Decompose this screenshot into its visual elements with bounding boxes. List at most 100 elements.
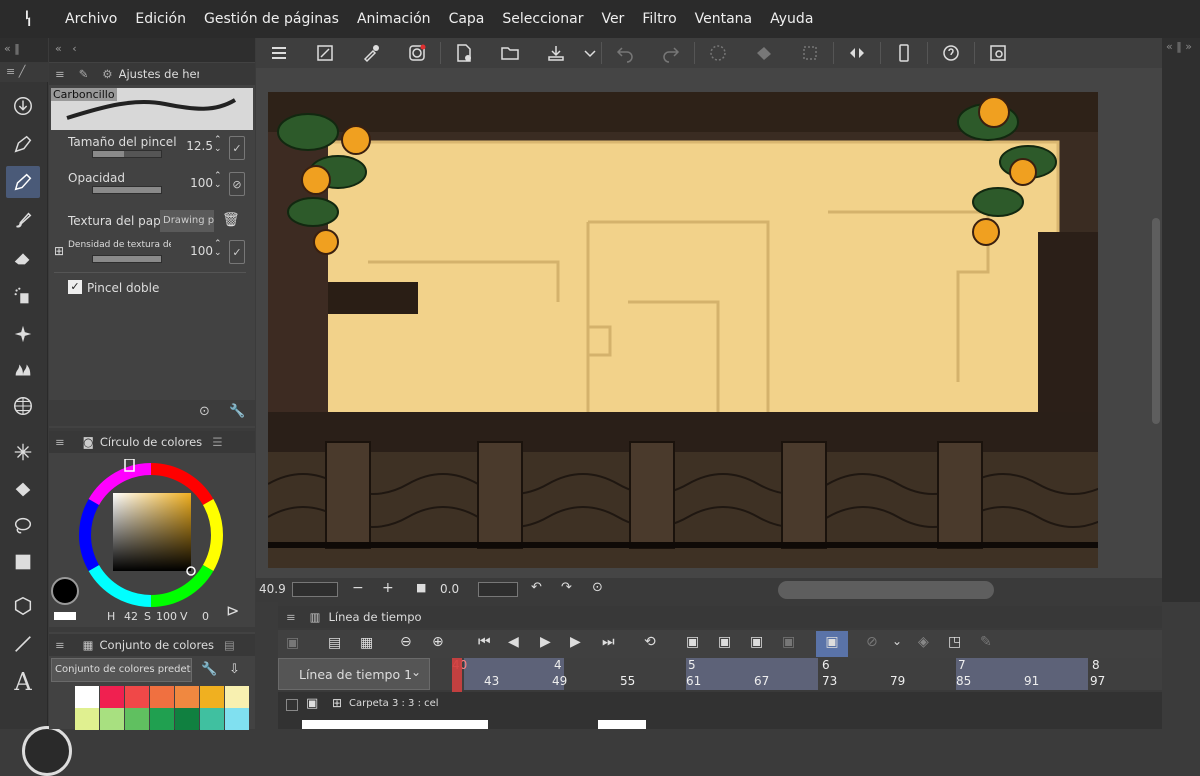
vertical-scrollbar[interactable] (1152, 218, 1160, 424)
color-slider-tab-icon[interactable]: ☰ (212, 435, 222, 449)
collapse-left-icon[interactable]: « ‖ (0, 38, 48, 62)
color-swatch[interactable] (175, 708, 199, 730)
fill-tool-icon[interactable] (6, 474, 40, 506)
color-set-title[interactable]: Conjunto de colores (100, 638, 215, 652)
rotate-left-icon[interactable]: ↶ (531, 580, 542, 595)
frame-tool-icon[interactable] (6, 390, 40, 422)
next-frame-icon[interactable]: ▶ (570, 634, 581, 650)
color-swatch[interactable] (225, 686, 249, 708)
dual-brush-checkbox[interactable]: ✓ (68, 280, 82, 294)
fill-clear-icon[interactable] (741, 38, 787, 68)
color-set-settings-icon[interactable]: 🔧 (201, 662, 217, 677)
3d-tool-icon[interactable] (6, 590, 40, 622)
blend-tool-icon[interactable] (6, 354, 40, 386)
collapse-right-icon[interactable]: « ‖ » (1166, 40, 1192, 53)
airbrush-tool-icon[interactable] (6, 280, 40, 312)
brush-size-slider[interactable] (92, 150, 162, 158)
menu-edicion[interactable]: Edición (126, 11, 195, 27)
add-frame-icon[interactable]: ▦ (360, 635, 373, 651)
zoom-in-timeline-icon[interactable]: ⊕ (432, 634, 444, 650)
panel-menu-icon[interactable]: ≡ (55, 67, 65, 81)
delete-cel-icon[interactable]: ▣ (782, 634, 795, 650)
timeline-dropdown-icon[interactable]: ⌄ (892, 634, 902, 648)
rotation-value[interactable]: 0.0 (440, 582, 459, 596)
color-swatch[interactable] (200, 708, 224, 730)
opacity-value[interactable]: 100 (179, 176, 213, 190)
color-history-tab-icon[interactable]: ▤ (224, 638, 235, 652)
decoration-tool-icon[interactable] (6, 318, 40, 350)
eraser-tool-icon[interactable] (6, 242, 40, 274)
menu-gestion-paginas[interactable]: Gestión de páginas (195, 11, 348, 27)
opacity-stepper[interactable]: ⌃ ⌄ (214, 172, 222, 190)
color-swatch[interactable] (125, 686, 149, 708)
paper-texture-select[interactable]: Drawing pa (160, 210, 214, 232)
pen-tool-icon[interactable] (6, 128, 40, 160)
new-file-icon[interactable] (441, 38, 487, 68)
new-timeline-icon[interactable]: ▣ (286, 635, 299, 651)
flip-horizontal-icon[interactable] (834, 38, 880, 68)
opacity-slider[interactable] (92, 186, 162, 194)
text-tool-icon[interactable]: A (6, 666, 40, 698)
menu-ayuda[interactable]: Ayuda (761, 11, 822, 27)
color-set-select[interactable]: Conjunto de colores predeterm (51, 658, 192, 682)
panel-menu-icon[interactable]: ≡ (286, 610, 296, 624)
menu-ver[interactable]: Ver (592, 11, 633, 27)
timeline-select[interactable]: Línea de tiempo 1 ⌄ (278, 658, 430, 690)
pressure-icon[interactable]: ✓ (229, 136, 245, 160)
menu-hamburger-icon[interactable] (256, 38, 302, 68)
specify-cel-icon[interactable]: ▣ (718, 634, 731, 650)
transparent-color[interactable] (54, 612, 76, 620)
fit-icon[interactable]: ■ (416, 581, 426, 594)
edit-pen-icon[interactable]: ✎ (980, 634, 992, 650)
color-swatch[interactable] (100, 708, 124, 730)
color-swatch[interactable] (100, 686, 124, 708)
menu-ventana[interactable]: Ventana (686, 11, 762, 27)
color-wheel-title[interactable]: Círculo de colores (100, 435, 202, 449)
fit-canvas-icon[interactable] (302, 38, 348, 68)
play-icon[interactable]: ▶ (540, 634, 551, 650)
opacity-lock-icon[interactable]: ⊘ (229, 172, 245, 196)
brush-size-value[interactable]: 12.5 (179, 139, 213, 153)
trash-icon[interactable]: 🗑 (222, 212, 240, 228)
wrench-icon[interactable]: 🔧 (229, 404, 245, 419)
frame-rate-icon[interactable]: ▤ (328, 635, 341, 651)
color-swatch[interactable] (150, 708, 174, 730)
timeline-ruler[interactable]: 40 4 5 6 7 8 43 49 55 61 67 73 79 85 91 … (430, 658, 1162, 729)
save-icon[interactable] (533, 38, 579, 68)
zoom-out-icon[interactable]: − (352, 580, 364, 596)
color-swatch[interactable] (150, 686, 174, 708)
app-logo-icon[interactable]: ꝇ (0, 7, 56, 31)
new-cel-icon[interactable]: ▣ (686, 634, 699, 650)
color-swatch[interactable] (75, 708, 99, 730)
tool-props-tab[interactable]: Ajustes de herr (119, 67, 199, 81)
lasso-tool-icon[interactable] (6, 510, 40, 542)
timeline-title[interactable]: Línea de tiempo (329, 610, 422, 624)
timeline-lock-icon[interactable]: ◈ (918, 634, 929, 650)
last-frame-icon[interactable]: ⏭ (602, 634, 615, 650)
smartphone-icon[interactable] (881, 38, 927, 68)
loop-icon[interactable]: ⟲ (644, 634, 656, 650)
texture-density-slider[interactable] (92, 255, 162, 263)
brush-tool-icon[interactable] (6, 204, 40, 236)
eyedropper-icon[interactable] (348, 38, 394, 68)
color-swatch[interactable] (125, 708, 149, 730)
edge-keyboard-icon[interactable] (22, 726, 72, 776)
reset-rotation-icon[interactable]: ⊙ (592, 580, 603, 595)
pencil-tool-icon[interactable] (6, 166, 40, 198)
zoom-in-icon[interactable]: + (382, 580, 394, 596)
search-window-icon[interactable] (975, 38, 1021, 68)
expand-layer-icon[interactable]: ⊞ (332, 696, 342, 710)
menu-archivo[interactable]: Archivo (56, 11, 126, 27)
color-swatch[interactable] (175, 686, 199, 708)
companion-mode-icon[interactable] (394, 38, 440, 68)
loading-icon[interactable] (695, 38, 741, 68)
menu-seleccionar[interactable]: Seleccionar (493, 11, 592, 27)
canvas-artwork[interactable] (268, 92, 1098, 568)
transform-icon[interactable] (787, 38, 833, 68)
color-set-import-icon[interactable]: ⇩ (229, 662, 240, 677)
tool-strip-menu-icon[interactable]: ≡ ╱ (0, 62, 48, 82)
texture-density-value[interactable]: 100 (179, 244, 213, 258)
brush-preview[interactable]: Carboncillo (51, 88, 253, 130)
canvas-area[interactable] (256, 68, 1162, 578)
light-table-icon[interactable]: ⊘ (866, 634, 878, 650)
